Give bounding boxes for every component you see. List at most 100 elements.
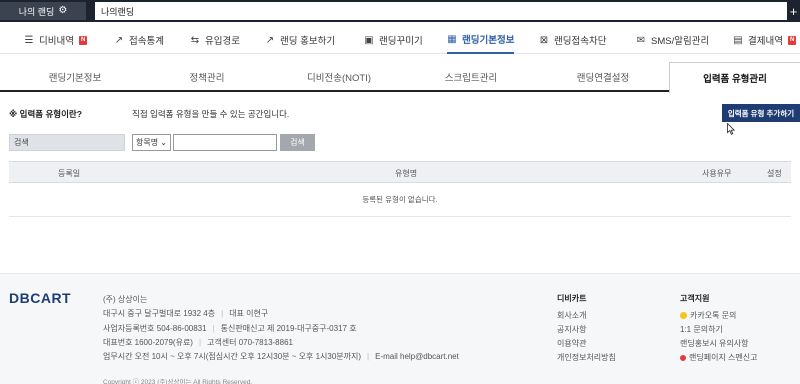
tab-script[interactable]: 스크립트관리 [405,62,537,92]
form-type-question: ※ 입력폼 유형이란? [9,109,82,119]
link-label: 랜딩홍보시 유의사항 [680,339,749,348]
add-tab-button[interactable]: + [787,0,800,22]
footer-link-terms[interactable]: 이용약관 [557,338,586,349]
gear-icon: ⚙ [58,5,68,16]
search-label: 검색 [9,134,125,151]
link-label: 공지사항 [557,325,587,334]
add-form-type-label: 입력폼 유형 추가하기 [727,108,795,118]
link-label: 개인정보처리방침 [557,353,616,362]
tab-policy[interactable]: 정책관리 [141,62,273,92]
nav-item-label: 접속통계 [129,36,164,47]
ceo: 대표 이현구 [229,309,269,318]
footer-link-notice[interactable]: 공지사항 [557,324,586,335]
column-header-settings: 설정 [767,168,782,178]
receipt-icon: ▤ [733,34,743,46]
nav-item-promote[interactable]: ↗ 랜딩 홍보하기 [265,26,335,54]
my-landing-label: 나의 랜딩 [18,6,55,17]
table-header: 등록일 유형명 사용유무 설정 [9,161,791,183]
kakao-icon [680,312,687,319]
footer-link-company[interactable]: 회사소개 [557,310,586,321]
tab-label: 정책관리 [189,73,225,84]
link-label: 카카오톡 문의 [690,311,737,320]
business-hours: 업무시간 오전 10시 ~ 오후 7시(점심시간 오후 12시30분 ~ 오후 … [103,352,362,361]
share-icon: ↗ [265,34,275,46]
tab-label: 랜딩연결설정 [576,73,630,84]
footer-link-caution[interactable]: 랜딩홍보시 유의사항 [680,338,748,349]
hours-line: 업무시간 오전 10시 ~ 오후 7시(점심시간 오후 12시30분 ~ 오후 … [103,352,459,361]
nav-item-payment[interactable]: ▤ 결제내역 N [733,26,797,54]
search-field-select[interactable]: 항목명 ⌄ [132,134,171,151]
column-header-date: 등록일 [58,168,81,178]
business-number: 사업자등록번호 504-86-00831 [103,324,207,333]
mouse-cursor-icon [727,123,735,135]
mail-order-number: 통신판매신고 제 2019-대구중구-0317 호 [220,324,357,333]
nav-item-access-block[interactable]: ⊠ 랜딩접속차단 [539,26,607,54]
copyright: Copyright ⓒ 2023 (주)상상이는 All Rights Rese… [103,379,253,384]
footer-link-inquiry[interactable]: 1:1 문의하기 [680,324,723,335]
phone-line: 대표번호 1600-2079(유료) | 고객센터 070-7813-8861 [103,338,293,347]
form-type-description: 직접 입력폼 유형을 만들 수 있는 공간입니다. [132,109,290,119]
table-empty-row: 등록된 유형이 없습니다. [9,183,791,217]
link-label: 이용약관 [557,339,587,348]
nav-item-basic-info[interactable]: ▦ 랜딩기본정보 [447,26,515,54]
current-landing-tab[interactable]: 나의랜딩 [95,2,787,20]
search-button[interactable]: 검색 [280,134,315,151]
nav-item-label: 랜딩기본정보 [462,35,515,46]
top-bar: 나의 랜딩 ⚙ 나의랜딩 + [0,0,800,22]
mail-icon: ✉ [636,34,646,46]
footer-logo[interactable]: DBCART [9,290,71,306]
grid-icon: ▦ [447,33,457,45]
chart-icon: ↗ [114,34,124,46]
nav-item-label: 디비내역 [39,36,74,47]
search-select-value: 항목명 [136,138,159,147]
company-name: (주) 상상이는 [103,295,148,304]
tab-label: 디비전송(NOTI) [307,73,371,84]
nav-item-design[interactable]: ▣ 랜딩꾸미기 [364,26,423,54]
tab-label: 입력폼 유형관리 [703,74,767,85]
footer-link-report[interactable]: 랜딩페이지 스펜신고 [680,352,757,363]
tab-label: 랜딩기본정보 [48,73,102,84]
main-phone: 대표번호 1600-2079(유료) [103,338,193,347]
block-icon: ⊠ [539,34,549,46]
my-landing-button[interactable]: 나의 랜딩 ⚙ [0,2,86,20]
nav-item-label: 랜딩꾸미기 [379,36,423,47]
chevron-down-icon: ⌄ [160,138,167,147]
link-label: 1:1 문의하기 [680,325,723,334]
nav-item-label: SMS/알림관리 [651,36,710,47]
support-column-title: 고객지원 [680,294,710,303]
nav-item-label: 랜딩 홍보하기 [280,36,336,47]
sub-tabs: 랜딩기본정보 정책관리 디비전송(NOTI) 스크립트관리 랜딩연결설정 입력폼… [0,62,800,93]
customer-center: 고객센터 070-7813-8861 [207,338,293,347]
tab-landing-basic-info[interactable]: 랜딩기본정보 [9,62,141,92]
tab-form-type[interactable]: 입력폼 유형관리 [669,62,800,93]
main-nav: ☰ 디비내역 N ↗ 접속통계 ⇆ 유입경로 ↗ 랜딩 홍보하기 ▣ 랜딩꾸미기… [0,26,800,54]
design-icon: ▣ [364,34,374,46]
nav-item-label: 유입경로 [205,36,240,47]
search-input[interactable] [173,134,277,151]
add-form-type-button[interactable]: 입력폼 유형 추가하기 [722,104,800,122]
footer-link-kakao[interactable]: 카카오톡 문의 [680,310,736,321]
link-label: 회사소개 [557,311,587,320]
search-label-text: 검색 [14,138,29,147]
nav-item-label: 결제내역 [748,36,783,47]
nav-item-db-list[interactable]: ☰ 디비내역 N [24,26,88,54]
nav-item-label: 랜딩접속차단 [554,36,607,47]
tab-db-noti[interactable]: 디비전송(NOTI) [273,62,405,92]
empty-message: 등록된 유형이 없습니다. [362,195,438,204]
footer-link-privacy[interactable]: 개인정보처리방침 [557,352,616,363]
search-button-label: 검색 [290,138,305,147]
nav-item-sms[interactable]: ✉ SMS/알림관리 [636,26,709,54]
footer: DBCART (주) 상상이는 대구시 중구 달구벌대로 1932 4층 | 대표 … [0,273,800,384]
address-line: 대구시 중구 달구벌대로 1932 4층 | 대표 이현구 [103,309,269,318]
current-landing-tab-label: 나의랜딩 [101,6,135,17]
tab-label: 스크립트관리 [444,73,498,84]
email: E-mail help@dbcart.net [375,352,459,361]
new-badge: N [787,35,797,45]
new-badge: N [78,35,88,45]
nav-item-access-stats[interactable]: ↗ 접속통계 [114,26,164,54]
registration-line: 사업자등록번호 504-86-00831 | 통신판매신고 제 2019-대구중구-… [103,324,357,333]
tab-connection[interactable]: 랜딩연결설정 [537,62,669,92]
nav-item-inflow-path[interactable]: ⇆ 유입경로 [190,26,240,54]
route-icon: ⇆ [190,34,200,46]
list-icon: ☰ [24,34,34,46]
